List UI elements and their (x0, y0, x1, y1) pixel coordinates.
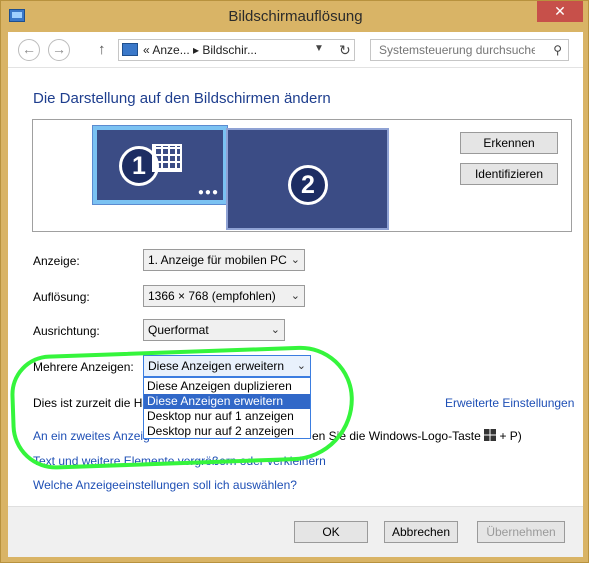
window: Bildschirmauflösung ✕ ← → ↑ « Anze... ▸ … (0, 0, 589, 563)
chevron-down-icon[interactable]: ▼ (314, 43, 324, 54)
search-input[interactable] (377, 42, 537, 58)
advanced-settings-link[interactable]: Erweiterte Einstellungen (445, 396, 574, 410)
window-title: Bildschirmauflösung (228, 8, 363, 25)
monitor-2[interactable]: 2 (226, 128, 389, 230)
chevron-down-icon: ⌄ (290, 254, 300, 266)
chevron-down-icon: ⌄ (270, 324, 280, 336)
windows-logo-icon (484, 429, 497, 441)
search-box[interactable]: ⚲ (370, 39, 569, 61)
monitor-1[interactable]: 1 ●●● (93, 126, 227, 204)
forward-arrow-icon[interactable]: → (48, 39, 70, 61)
display-select[interactable]: 1. Anzeige für mobilen PC ⌄ (143, 249, 305, 271)
identify-button[interactable]: Identifizieren (460, 163, 558, 185)
multi-display-value: Diese Anzeigen erweitern (148, 359, 285, 373)
monitor-2-number: 2 (288, 165, 328, 205)
address-bar: ← → ↑ « Anze... ▸ Bildschir... ▼ ↻ ⚲ (8, 32, 583, 68)
display-value: 1. Anzeige für mobilen PC (148, 253, 287, 267)
refresh-icon[interactable]: ↻ (339, 42, 351, 59)
breadcrumb[interactable]: « Anze... ▸ Bildschir... ▼ ↻ (118, 39, 355, 61)
close-button[interactable]: ✕ (537, 1, 583, 22)
orientation-label: Ausrichtung: (33, 324, 100, 338)
cancel-button[interactable]: Abbrechen (384, 521, 458, 543)
client-area: ← → ↑ « Anze... ▸ Bildschir... ▼ ↻ ⚲ Die… (8, 32, 583, 557)
display-folder-icon (122, 43, 138, 56)
dropdown-option[interactable]: Desktop nur auf 2 anzeigen (144, 424, 310, 439)
keypad-icon (152, 144, 182, 172)
windows-key-hint-suffix: + P) (499, 429, 522, 443)
resolution-select[interactable]: 1366 × 768 (empfohlen) ⌄ (143, 285, 305, 307)
which-settings-link[interactable]: Welche Anzeigeeinstellungen soll ich aus… (33, 478, 297, 492)
resolution-value: 1366 × 768 (empfohlen) (148, 289, 276, 303)
back-arrow-icon[interactable]: ← (18, 39, 40, 61)
second-display-link[interactable]: An ein zweites Anzeig (33, 429, 150, 443)
ok-button[interactable]: OK (294, 521, 368, 543)
breadcrumb-path[interactable]: « Anze... ▸ Bildschir... (143, 43, 257, 57)
dropdown-option[interactable]: Diese Anzeigen duplizieren (144, 379, 310, 394)
display-label: Anzeige: (33, 254, 80, 268)
orientation-select[interactable]: Querformat ⌄ (143, 319, 285, 341)
windows-key-hint-text: en Sie die Windows-Logo-Taste (312, 429, 481, 443)
chevron-down-icon: ⌄ (290, 290, 300, 302)
main-display-info: Dies ist zurzeit die Ha (33, 396, 150, 410)
multi-display-label: Mehrere Anzeigen: (33, 360, 134, 374)
monitor-arrangement: 1 ●●● 2 Erkennen Identifizieren (32, 119, 572, 232)
resolution-label: Auflösung: (33, 290, 90, 304)
dropdown-option-selected[interactable]: Diese Anzeigen erweitern (144, 394, 310, 409)
dropdown-option[interactable]: Desktop nur auf 1 anzeigen (144, 409, 310, 424)
monitor-dots: ●●● (197, 187, 219, 198)
detect-button[interactable]: Erkennen (460, 132, 558, 154)
apply-button[interactable]: Übernehmen (477, 521, 565, 543)
dialog-footer: OK Abbrechen Übernehmen (8, 506, 583, 557)
text-size-link[interactable]: Text und weitere Elemente vergrößern ode… (33, 454, 326, 468)
titlebar: Bildschirmauflösung ✕ (1, 1, 589, 33)
multi-display-select[interactable]: Diese Anzeigen erweitern ⌄ (143, 355, 311, 377)
windows-key-hint: en Sie die Windows-Logo-Taste + P) (312, 429, 522, 443)
page-title: Die Darstellung auf den Bildschirmen änd… (33, 90, 331, 107)
multi-display-dropdown-list[interactable]: Diese Anzeigen duplizieren Diese Anzeige… (143, 377, 311, 439)
orientation-value: Querformat (148, 323, 209, 337)
search-icon[interactable]: ⚲ (553, 43, 562, 57)
up-arrow-icon[interactable]: ↑ (98, 41, 106, 58)
chevron-down-icon: ⌄ (296, 360, 306, 372)
